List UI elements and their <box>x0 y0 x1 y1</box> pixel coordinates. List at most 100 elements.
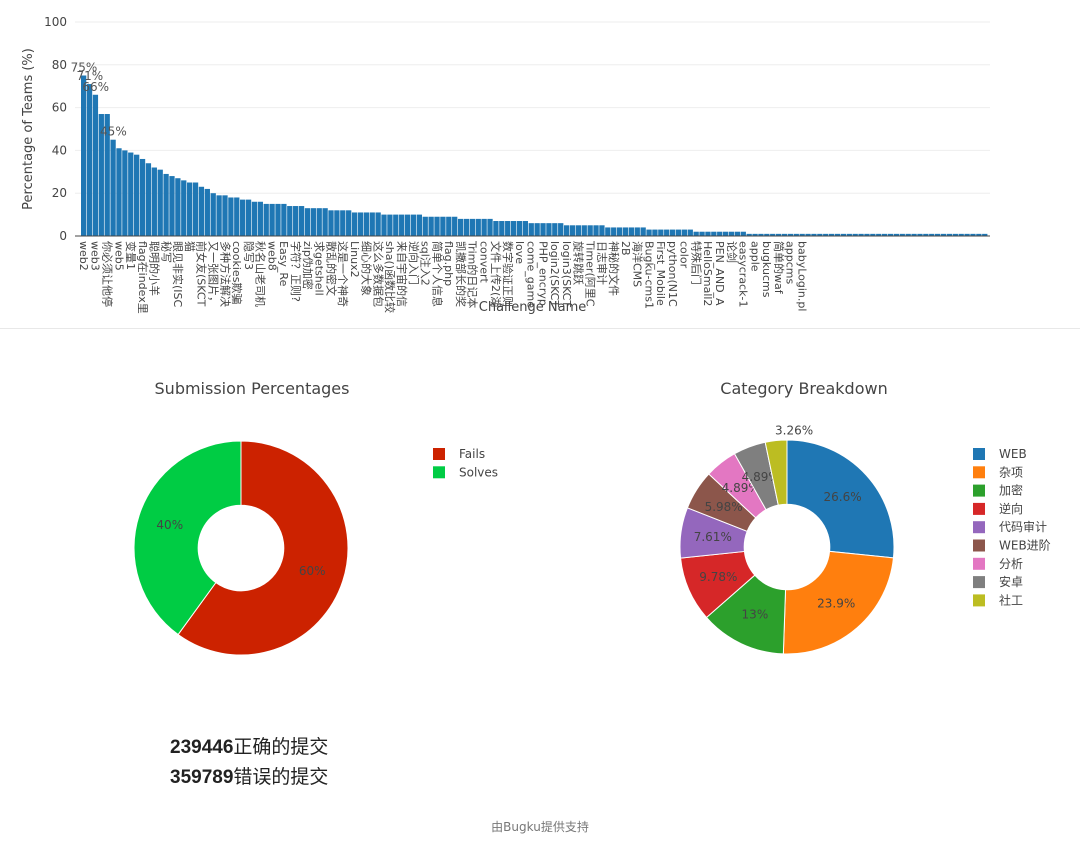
bar <box>251 201 258 236</box>
section-divider <box>0 328 1080 329</box>
x-tick-label: Easy_Re <box>277 241 290 287</box>
wrong-count: 359789 <box>170 767 234 788</box>
bar <box>139 158 146 236</box>
y-tick-label: 40 <box>52 143 67 157</box>
x-tick-label: apple <box>748 241 761 272</box>
y-tick-label: 20 <box>52 186 67 200</box>
bar <box>322 208 328 236</box>
bar <box>563 225 570 236</box>
bar <box>416 214 422 236</box>
bar <box>469 218 476 236</box>
bar <box>605 227 611 236</box>
bar <box>499 221 505 236</box>
bar <box>316 208 322 236</box>
bar <box>116 148 122 236</box>
bar <box>658 229 664 236</box>
bar <box>717 231 723 236</box>
x-tick-label: login3(SKCT <box>560 241 573 307</box>
bar <box>363 212 369 236</box>
legend-swatch <box>973 557 985 570</box>
x-axis-label: Challenge Name <box>479 300 586 315</box>
x-tick-label: color <box>678 241 691 269</box>
bar <box>128 152 134 236</box>
legend-swatch <box>973 521 985 534</box>
pie-slice-label: 13% <box>742 608 769 622</box>
x-tick-label: Linux2 <box>348 241 361 278</box>
bar <box>163 173 169 236</box>
x-tick-label: convert <box>477 241 490 284</box>
bar <box>664 229 670 236</box>
bar <box>622 227 629 236</box>
bar <box>475 218 481 236</box>
bar <box>711 231 717 236</box>
wrong-submissions: 359789错误的提交 <box>170 763 328 793</box>
bar <box>587 225 593 236</box>
x-tick-label: 求getshell <box>313 241 326 296</box>
x-tick-label: HelloSmall2 <box>701 241 714 306</box>
x-tick-label: Timer(阿里C <box>583 240 596 307</box>
x-tick-label: Bugku-cms1 <box>642 241 655 309</box>
bar-data-label: 66% <box>82 80 109 94</box>
bar <box>399 214 405 236</box>
bar <box>440 216 446 236</box>
submission-pie-chart: Submission Percentages 60% 40% Fails Solves <box>133 379 498 656</box>
pie-slice-label: 5.98% <box>705 500 743 514</box>
y-tick-label: 80 <box>52 58 67 72</box>
x-tick-label: easycrack-1 <box>737 241 750 307</box>
bar <box>446 216 452 236</box>
bar <box>634 227 640 236</box>
bar <box>287 206 293 236</box>
legend-swatch <box>973 502 985 515</box>
bar <box>528 223 534 236</box>
bar <box>652 229 658 236</box>
pie-title: Submission Percentages <box>155 379 350 398</box>
bar <box>693 231 699 236</box>
legend-label: 逆向 <box>999 501 1023 516</box>
legend-swatch <box>973 576 985 589</box>
legend-swatch <box>973 466 985 479</box>
bar <box>699 231 705 236</box>
bar <box>234 197 240 236</box>
bar <box>581 225 587 236</box>
bar <box>310 208 316 236</box>
bar <box>457 218 464 236</box>
bar <box>628 227 635 236</box>
bar <box>740 231 746 236</box>
bar <box>387 214 393 236</box>
legend-label: 代码审计 <box>999 519 1047 534</box>
legend-swatch <box>973 484 985 497</box>
bar <box>134 154 140 236</box>
bar <box>428 216 434 236</box>
y-tick-label: 60 <box>52 101 67 115</box>
bar <box>346 210 352 236</box>
bar <box>340 210 346 236</box>
bar <box>210 193 216 236</box>
bar <box>487 218 493 236</box>
bar <box>269 203 275 236</box>
bar <box>192 182 199 236</box>
y-axis-label: Percentage of Teams (%) <box>21 48 36 210</box>
bar <box>169 176 175 236</box>
bar <box>298 206 305 236</box>
x-tick-label: web5 <box>112 241 125 271</box>
footer-credit: 由Bugku提供支持 <box>491 820 589 834</box>
x-tick-label: appcms <box>784 241 797 284</box>
wrong-label: 错误的提交 <box>233 767 329 788</box>
bar <box>646 229 652 236</box>
bar <box>381 214 387 236</box>
bar <box>481 218 487 236</box>
bar <box>516 221 523 236</box>
x-tick-label: python(N1C <box>666 241 679 307</box>
legend-swatch <box>433 448 445 460</box>
bar <box>357 212 364 236</box>
bar <box>534 223 540 236</box>
x-tick-label: web8 <box>265 241 278 271</box>
bar <box>228 197 234 236</box>
bar <box>198 186 205 236</box>
bar <box>257 201 263 236</box>
legend-label: 分析 <box>999 557 1023 571</box>
bar <box>493 221 499 236</box>
x-tick-label: 又一张图片， <box>207 241 220 307</box>
category-pie-chart: Category Breakdown 26.6% 23.9% 13% 9.78% 7.61… <box>679 379 1051 655</box>
pie-slice-label: 40% <box>156 518 183 532</box>
